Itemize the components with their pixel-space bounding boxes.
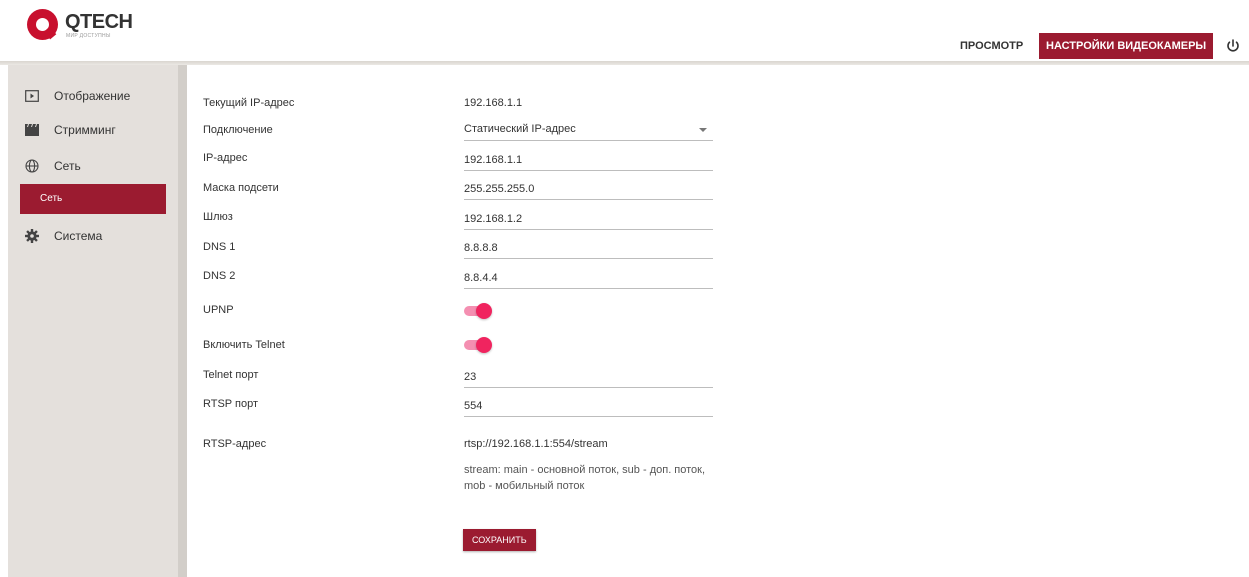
dns1-input[interactable]	[464, 237, 713, 259]
stream-note: stream: main - основной поток, sub - доп…	[464, 464, 706, 492]
current-ip-value: 192.168.1.1	[464, 97, 523, 109]
toggle-knob	[476, 303, 492, 319]
sidebar-item-system[interactable]: Система	[8, 222, 178, 250]
gear-icon	[25, 229, 39, 243]
ip-input[interactable]	[464, 149, 713, 171]
film-icon	[25, 123, 39, 137]
rtsp-address-value: rtsp://192.168.1.1:554/stream	[464, 438, 608, 450]
nav-camera-settings-button[interactable]: НАСТРОЙКИ ВИДЕОКАМЕРЫ	[1039, 33, 1214, 59]
ip-label: IP-адрес	[203, 152, 248, 164]
current-ip-label: Текущий IP-адрес	[203, 97, 295, 109]
connection-select-value: Статический IP-адрес	[464, 123, 576, 135]
toggle-knob	[476, 337, 492, 353]
chevron-down-icon	[699, 128, 707, 132]
upnp-label: UPNP	[203, 304, 234, 316]
logo-tagline: МИР ДОСТУПНЫ	[66, 33, 111, 39]
sidebar-item-display[interactable]: Отображение	[8, 82, 178, 110]
gateway-label: Шлюз	[203, 211, 233, 223]
sidebar: Отображение Стримминг Сеть Сеть Система	[8, 65, 187, 577]
sidebar-item-network[interactable]: Сеть	[8, 152, 178, 180]
upnp-toggle[interactable]	[464, 303, 492, 319]
sidebar-item-label: Стримминг	[54, 123, 116, 137]
dns1-label: DNS 1	[203, 241, 236, 253]
gateway-input[interactable]	[464, 208, 713, 230]
qtech-logo[interactable]: QTECH МИР ДОСТУПНЫ	[27, 8, 167, 42]
telnet-label: Включить Telnet	[203, 339, 285, 351]
sidebar-item-streaming[interactable]: Стримминг	[8, 116, 178, 144]
rtsp-port-label: RTSP порт	[203, 398, 258, 410]
logo-text: QTECH	[65, 11, 133, 33]
connection-label: Подключение	[203, 124, 273, 136]
subnet-mask-input[interactable]	[464, 178, 713, 200]
sidebar-subitem-network[interactable]: Сеть	[20, 184, 166, 214]
sidebar-item-label: Система	[54, 229, 103, 243]
telnet-toggle[interactable]	[464, 337, 492, 353]
mask-label: Маска подсети	[203, 182, 279, 194]
nav-view-button[interactable]: ПРОСМОТР	[952, 35, 1031, 57]
power-icon[interactable]	[1224, 37, 1242, 55]
dns2-label: DNS 2	[203, 270, 236, 282]
rtsp-address-label: RTSP-адрес	[203, 438, 267, 450]
display-icon	[25, 89, 39, 103]
save-button[interactable]: СОХРАНИТЬ	[463, 529, 536, 551]
telnet-port-label: Telnet порт	[203, 369, 259, 381]
app-header: QTECH МИР ДОСТУПНЫ ПРОСМОТР НАСТРОЙКИ ВИ…	[0, 0, 1249, 61]
sidebar-edge	[178, 65, 187, 577]
dns2-input[interactable]	[464, 267, 713, 289]
connection-select[interactable]: Статический IP-адрес	[464, 119, 713, 141]
telnet-port-input[interactable]	[464, 366, 713, 388]
sidebar-subitem-label: Сеть	[40, 193, 63, 204]
sidebar-item-label: Отображение	[54, 89, 131, 103]
rtsp-port-input[interactable]	[464, 395, 713, 417]
globe-icon	[25, 159, 39, 173]
header-divider	[0, 61, 1249, 65]
sidebar-item-label: Сеть	[54, 159, 81, 173]
